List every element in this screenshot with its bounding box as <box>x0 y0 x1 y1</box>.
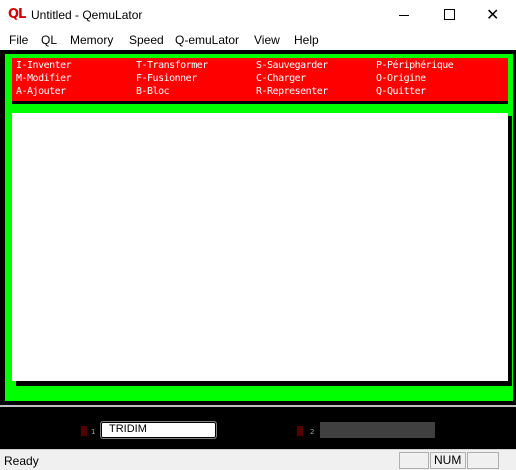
menu-file[interactable]: File <box>9 33 28 47</box>
cmd-sauvegarder: S-Sauvegarder <box>256 60 328 71</box>
menu-ql[interactable]: QL <box>41 33 57 47</box>
text-window[interactable] <box>12 113 508 381</box>
status-bar: Ready NUM <box>0 449 516 470</box>
status-pane-caps <box>399 452 429 469</box>
minimize-button[interactable] <box>380 0 426 30</box>
microdrive-bar: 1 TRIDIM 2 <box>0 405 516 451</box>
drive2-led-icon <box>297 426 303 436</box>
window-title: Untitled - QemuLator <box>31 8 143 22</box>
cmd-peripherique: P-Périphérique <box>376 60 454 71</box>
cmd-modifier: M-Modifier <box>16 73 72 84</box>
drive1-slot[interactable]: TRIDIM <box>100 421 217 439</box>
maximize-button[interactable] <box>426 0 472 30</box>
drive1-led-icon <box>81 426 87 436</box>
menu-speed[interactable]: Speed <box>129 33 164 47</box>
emulator-screen[interactable]: I-Inventer M-Modifier A-Ajouter T-Transf… <box>0 50 516 405</box>
cmd-transformer: T-Transformer <box>136 60 208 71</box>
menu-memory[interactable]: Memory <box>70 33 113 47</box>
menu-view[interactable]: View <box>254 33 280 47</box>
status-pane-scroll <box>467 452 499 469</box>
cmd-bloc: B-Bloc <box>136 86 170 97</box>
menu-help[interactable]: Help <box>294 33 319 47</box>
cmd-charger: C-Charger <box>256 73 306 84</box>
drive2-number: 2 <box>310 428 315 436</box>
text-window-shadow-right <box>508 116 512 384</box>
command-menu-panel: I-Inventer M-Modifier A-Ajouter T-Transf… <box>12 58 508 101</box>
drive1-number: 1 <box>91 428 96 436</box>
status-pane-num: NUM <box>430 452 466 469</box>
menu-q-emulator[interactable]: Q-emuLator <box>175 33 239 47</box>
minimize-icon <box>399 15 409 16</box>
text-window-shadow-bottom <box>16 381 512 386</box>
cmd-inventer: I-Inventer <box>16 60 72 71</box>
cmd-ajouter: A-Ajouter <box>16 86 66 97</box>
ql-app-icon: QL <box>8 7 26 22</box>
close-button[interactable]: ✕ <box>470 0 516 30</box>
cmd-fusionner: F-Fusionner <box>136 73 197 84</box>
drive1-label: TRIDIM <box>109 423 147 435</box>
drive2-slot[interactable] <box>320 422 435 438</box>
maximize-icon <box>444 9 455 20</box>
close-icon: ✕ <box>486 5 500 24</box>
cmd-representer: R-Representer <box>256 86 328 97</box>
title-bar: QL Untitled - QemuLator ✕ <box>0 0 516 30</box>
screen-left-edge <box>0 50 3 405</box>
menu-bar: File QL Memory Speed Q-emuLator View Hel… <box>0 30 516 50</box>
num-lock-indicator: NUM <box>434 453 462 467</box>
status-text: Ready <box>4 454 39 468</box>
cmd-origine: O-Origine <box>376 73 426 84</box>
cmd-quitter: Q-Quitter <box>376 86 426 97</box>
